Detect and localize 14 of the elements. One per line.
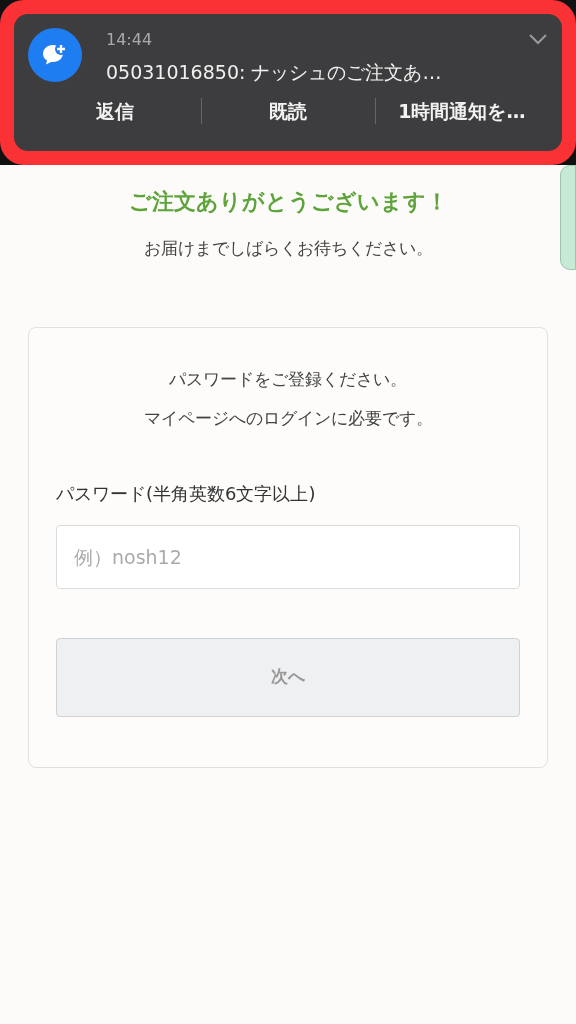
notification-card[interactable]: 14:44 05031016850: ナッシュのご注文あ… 返信 既読 1時間通知を…	[14, 14, 562, 151]
thank-you-heading: ご注文ありがとうございます！	[128, 188, 448, 216]
notification-time: 14:44	[106, 29, 153, 51]
notification-message: 05031016850: ナッシュのご注文あ…	[106, 60, 443, 85]
notification-action[interactable]: 既読	[202, 92, 375, 129]
notification-action[interactable]: 1時間通知を…	[375, 92, 548, 129]
chevron-down-icon[interactable]	[528, 33, 548, 45]
delivery-message: お届けまでしばらくお待ちください。	[143, 237, 433, 260]
password-label: パスワード(半角英数6文字以上)	[56, 481, 317, 506]
chat-app-icon	[28, 28, 82, 82]
notification-action[interactable]: 返信	[28, 92, 202, 129]
password-field[interactable]: 例）nosh12	[56, 524, 520, 589]
intro-text: パスワードをご登録ください。	[168, 367, 408, 391]
intro-text: マイページへのログインに必要です。	[142, 406, 434, 430]
